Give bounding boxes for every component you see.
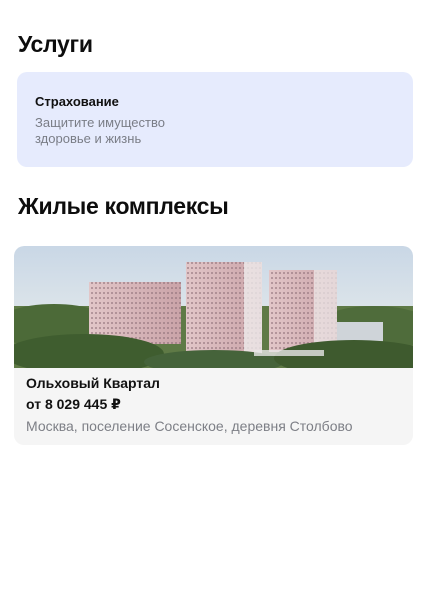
- service-card-title: Страхование: [35, 94, 119, 109]
- insurance-service-card[interactable]: Страхование Защитите имущество здоровье …: [17, 72, 413, 167]
- complex-address: Москва, поселение Сосенское, деревня Сто…: [26, 418, 353, 434]
- service-card-description: Защитите имущество здоровье и жизнь: [35, 115, 165, 146]
- services-section-title: Услуги: [18, 31, 93, 57]
- complex-card[interactable]: Ольховый Квартал от 8 029 445 ₽ Москва, …: [14, 246, 413, 445]
- complex-photo: [14, 246, 413, 368]
- complex-price: от 8 029 445 ₽: [26, 396, 121, 412]
- page: Услуги Страхование Защитите имущество зд…: [0, 0, 430, 597]
- complex-name: Ольховый Квартал: [26, 375, 160, 391]
- complexes-section-title: Жилые комплексы: [18, 193, 229, 219]
- complex-info: Ольховый Квартал от 8 029 445 ₽ Москва, …: [14, 368, 413, 434]
